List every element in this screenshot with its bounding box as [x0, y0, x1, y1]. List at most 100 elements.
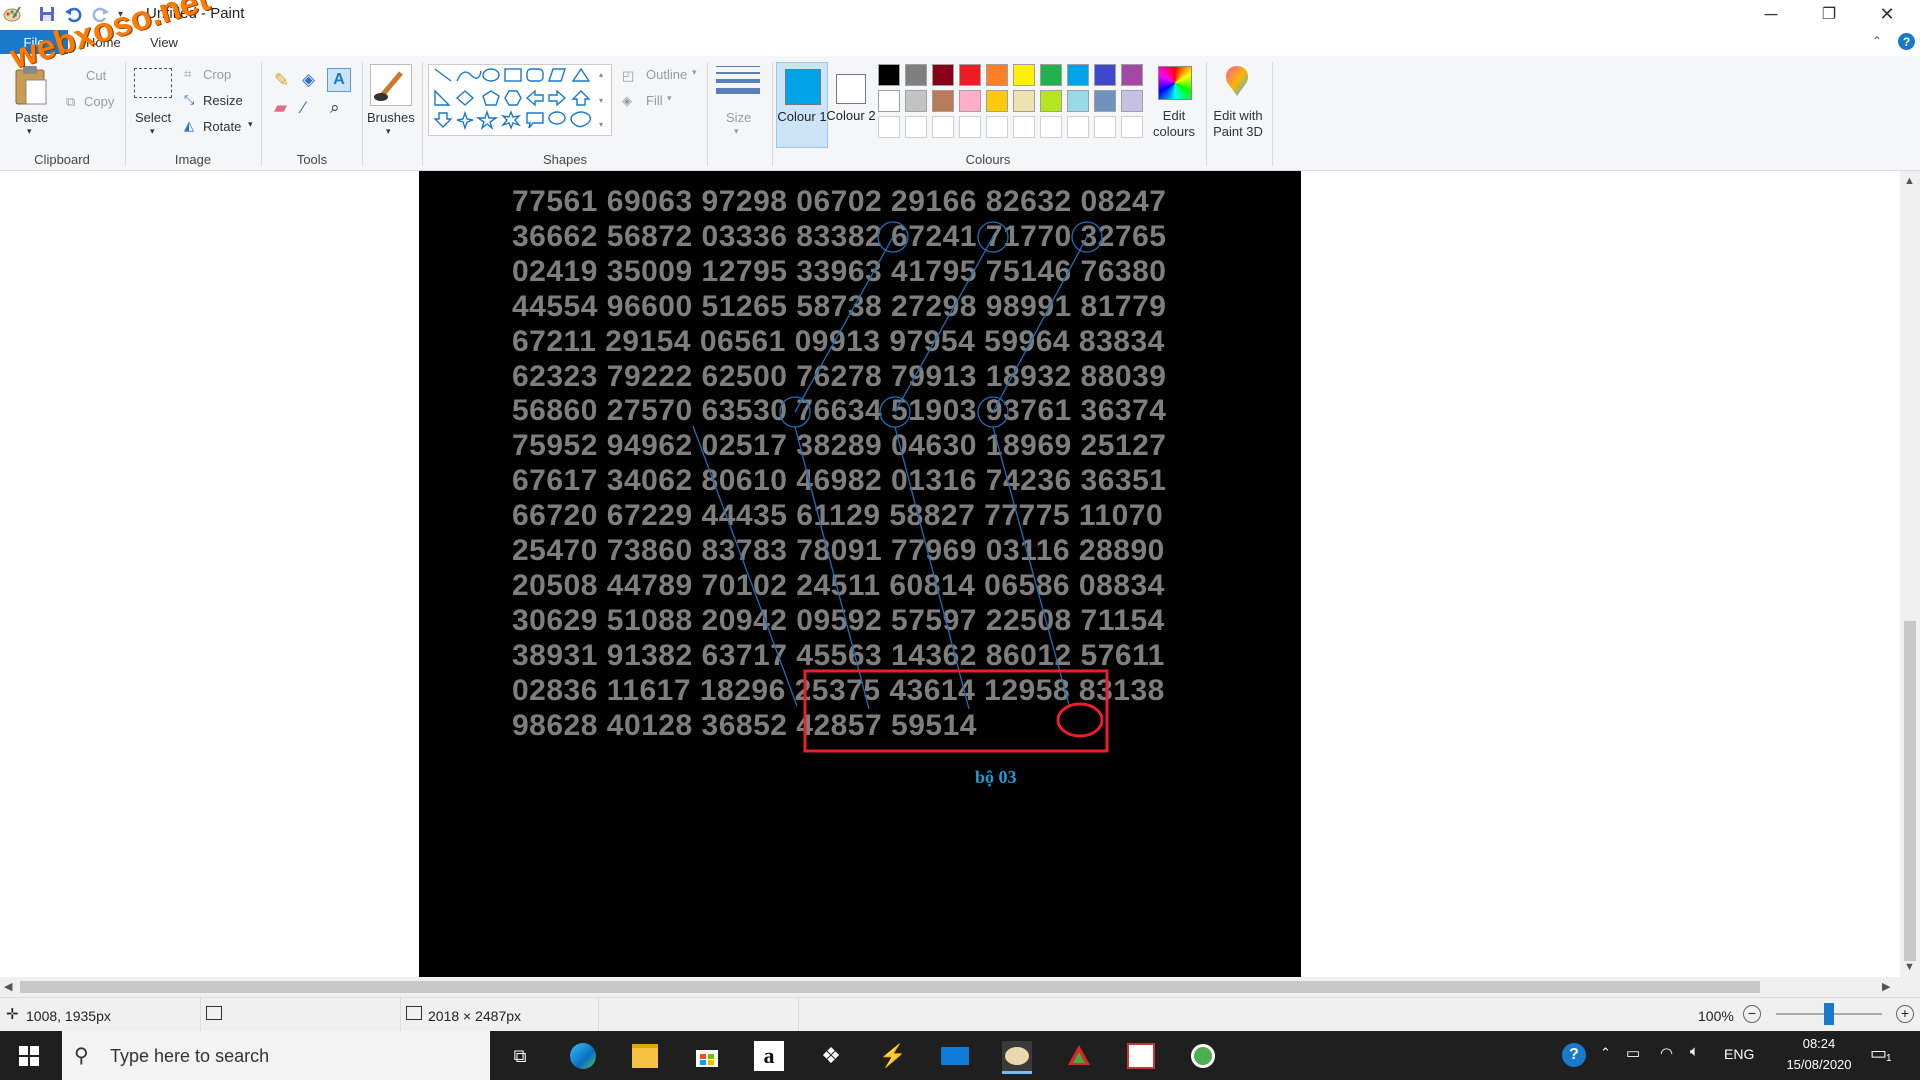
colour-swatch[interactable]	[986, 90, 1008, 112]
colour-swatch[interactable]	[1121, 64, 1143, 86]
horizontal-scroll-thumb[interactable]	[20, 981, 1760, 993]
custom-colour-slot[interactable]	[905, 116, 927, 138]
language-indicator[interactable]: ENG	[1724, 1046, 1754, 1062]
outline-button[interactable]: Outline	[646, 67, 687, 82]
wifi-icon[interactable]: ◠	[1660, 1044, 1673, 1062]
zoom-out-button[interactable]: −	[1743, 1005, 1761, 1023]
colour-swatch[interactable]	[1067, 90, 1089, 112]
clock-date[interactable]: 15/08/2020	[1774, 1057, 1864, 1072]
scroll-up-icon[interactable]: ▲	[1904, 175, 1915, 187]
colour-swatch[interactable]	[986, 64, 1008, 86]
select-icon[interactable]	[134, 68, 172, 98]
colour-swatch[interactable]	[878, 90, 900, 112]
pencil-icon[interactable]: ✎	[274, 70, 289, 91]
custom-colour-slot[interactable]	[1040, 116, 1062, 138]
paint-app-icon[interactable]	[2, 4, 22, 24]
edit-colours-button[interactable]: Edit colours	[1150, 108, 1198, 140]
colour2-button[interactable]: Colour 2	[826, 62, 876, 146]
outline-dropdown-icon[interactable]: ▾	[692, 67, 697, 78]
scroll-left-icon[interactable]: ◀	[4, 980, 12, 993]
eraser-icon[interactable]: ▰	[274, 98, 287, 118]
edit-colours-icon[interactable]	[1158, 66, 1192, 100]
paint3d-icon[interactable]	[1222, 64, 1252, 98]
notification-icon[interactable]: ▭	[1870, 1043, 1887, 1064]
show-hidden-icons[interactable]: ⌃	[1600, 1045, 1611, 1061]
store-icon[interactable]	[692, 1041, 722, 1071]
rotate-dropdown-icon[interactable]: ▾	[248, 119, 253, 130]
size-icon[interactable]	[716, 66, 760, 94]
visual-studio-icon[interactable]: ⚡	[878, 1041, 908, 1071]
help-icon[interactable]: ?	[1898, 33, 1915, 50]
magnifier-icon[interactable]: ⌕	[330, 98, 340, 118]
colour-swatch[interactable]	[1094, 90, 1116, 112]
app-icon-green[interactable]	[1188, 1041, 1218, 1071]
battery-icon[interactable]: ▭	[1626, 1044, 1640, 1062]
edge-icon[interactable]	[568, 1041, 598, 1071]
tab-view[interactable]: View	[150, 35, 178, 50]
colour-swatch[interactable]	[959, 90, 981, 112]
restore-button[interactable]: ❐	[1800, 0, 1858, 28]
drawing-canvas[interactable]: 77561 69063 97298 06702 29166 82632 0824…	[419, 171, 1301, 977]
zoom-in-button[interactable]: +	[1896, 1005, 1914, 1023]
color-picker-icon[interactable]: ⁄	[302, 98, 305, 118]
colour-swatch[interactable]	[1040, 90, 1062, 112]
custom-colour-slot[interactable]	[1094, 116, 1116, 138]
colour-swatch[interactable]	[932, 90, 954, 112]
clock-time[interactable]: 08:24	[1774, 1036, 1864, 1051]
colour1-button[interactable]: Colour 1	[776, 62, 828, 148]
start-button[interactable]	[14, 1041, 44, 1071]
zoom-slider[interactable]	[1776, 1003, 1882, 1025]
size-dropdown-icon[interactable]: ▾	[734, 126, 739, 137]
brushes-label[interactable]: Brushes	[367, 110, 415, 125]
horizontal-scrollbar[interactable]: ◀ ▶	[0, 977, 1900, 997]
paint-taskbar-icon[interactable]	[1002, 1041, 1032, 1074]
size-label[interactable]: Size	[726, 110, 751, 125]
custom-colour-slot[interactable]	[932, 116, 954, 138]
select-button[interactable]: Select	[135, 110, 171, 125]
shapes-gallery[interactable]: ▴ ▾ ▾	[428, 64, 612, 136]
app-icon-red[interactable]	[1064, 1041, 1094, 1071]
colour-swatch[interactable]	[1013, 90, 1035, 112]
taskbar-search[interactable]: ⚲ Type here to search	[62, 1031, 490, 1080]
colour-swatch[interactable]	[878, 64, 900, 86]
vertical-scroll-thumb[interactable]	[1904, 621, 1916, 961]
fill-bucket-icon[interactable]: ◈	[302, 70, 315, 90]
select-dropdown-icon[interactable]: ▾	[150, 126, 155, 137]
brushes-icon[interactable]	[370, 64, 412, 106]
text-tool-icon[interactable]: A	[327, 68, 351, 92]
dropbox-icon[interactable]: ❖	[816, 1041, 846, 1071]
paste-dropdown-icon[interactable]: ▾	[27, 126, 32, 137]
colour-swatch[interactable]	[959, 64, 981, 86]
file-explorer-icon[interactable]	[630, 1041, 660, 1071]
scroll-down-icon[interactable]: ▼	[1904, 961, 1915, 973]
fill-button[interactable]: Fill	[646, 93, 663, 108]
colour-swatch[interactable]	[1013, 64, 1035, 86]
save-icon[interactable]	[38, 4, 56, 24]
fill-dropdown-icon[interactable]: ▾	[667, 93, 672, 104]
colour-swatch[interactable]	[905, 64, 927, 86]
colour-swatch[interactable]	[1067, 64, 1089, 86]
brushes-dropdown-icon[interactable]: ▾	[386, 126, 391, 137]
crop-button[interactable]: Crop	[203, 67, 231, 82]
close-button[interactable]: ✕	[1858, 0, 1916, 28]
colour-swatch[interactable]	[1121, 90, 1143, 112]
zoom-slider-thumb[interactable]	[1824, 1003, 1834, 1025]
app-icon-grid[interactable]	[1126, 1041, 1156, 1071]
scroll-right-icon[interactable]: ▶	[1882, 980, 1890, 993]
help-tray-icon[interactable]: ?	[1562, 1043, 1586, 1067]
custom-colour-slot[interactable]	[986, 116, 1008, 138]
collapse-ribbon-icon[interactable]: ⌃	[1872, 34, 1882, 48]
edit-with-paint3d-button[interactable]: Edit with Paint 3D	[1208, 108, 1268, 140]
colour-swatch[interactable]	[932, 64, 954, 86]
task-view-icon[interactable]: ⧉	[505, 1041, 535, 1071]
minimize-button[interactable]: ─	[1742, 0, 1800, 28]
rotate-button[interactable]: Rotate	[203, 119, 241, 134]
colour-swatch[interactable]	[1094, 64, 1116, 86]
colour-swatch[interactable]	[1040, 64, 1062, 86]
custom-colour-slot[interactable]	[878, 116, 900, 138]
volume-icon[interactable]: 🔈︎	[1690, 1043, 1699, 1060]
custom-colour-slot[interactable]	[1013, 116, 1035, 138]
search-input[interactable]: Type here to search	[110, 1046, 269, 1067]
copy-button[interactable]: Copy	[84, 94, 114, 109]
resize-button[interactable]: Resize	[203, 93, 243, 108]
